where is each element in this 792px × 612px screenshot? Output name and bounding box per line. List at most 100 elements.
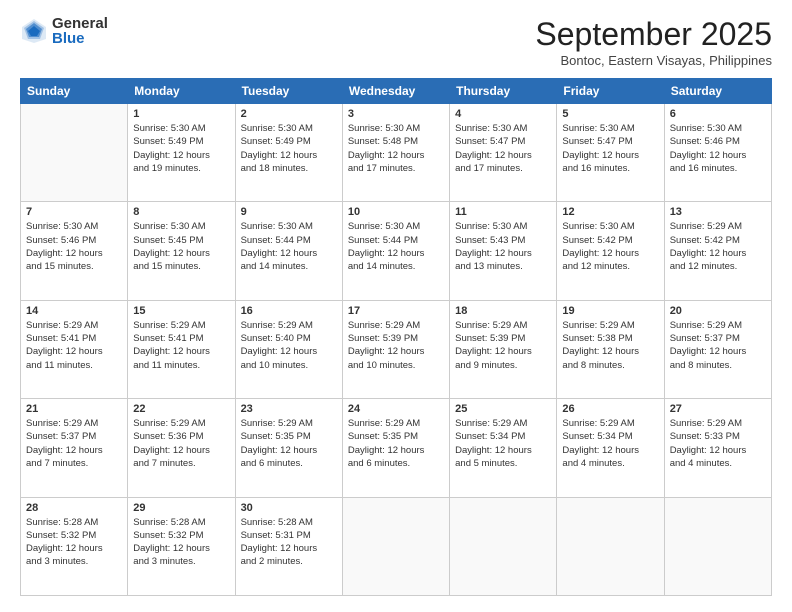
day-number: 30 [241,502,337,514]
day-number: 9 [241,206,337,218]
table-row: 27 Sunrise: 5:29 AM Sunset: 5:33 PM Dayli… [664,399,771,497]
day-number: 10 [348,206,444,218]
day-info: Sunrise: 5:29 AM Sunset: 5:41 PM Dayligh… [26,319,122,372]
day-info: Sunrise: 5:29 AM Sunset: 5:33 PM Dayligh… [670,417,766,470]
table-row: 12 Sunrise: 5:30 AM Sunset: 5:42 PM Dayli… [557,202,664,300]
day-info: Sunrise: 5:29 AM Sunset: 5:34 PM Dayligh… [562,417,658,470]
day-info: Sunrise: 5:29 AM Sunset: 5:39 PM Dayligh… [348,319,444,372]
table-row: 29Sunrise: 5:28 AM Sunset: 5:32 PM Dayli… [128,497,235,595]
day-number: 16 [241,305,337,317]
table-row [557,497,664,595]
day-number: 5 [562,108,658,120]
table-row: 23 Sunrise: 5:29 AM Sunset: 5:35 PM Dayli… [235,399,342,497]
header-monday: Monday [128,79,235,104]
day-number: 3 [348,108,444,120]
day-info: Sunrise: 5:28 AM Sunset: 5:32 PM Dayligh… [133,516,229,569]
day-number: 12 [562,206,658,218]
logo-text: General Blue [52,16,108,46]
table-row: 3 Sunrise: 5:30 AM Sunset: 5:48 PM Daylig… [342,104,449,202]
table-row: 4 Sunrise: 5:30 AM Sunset: 5:47 PM Daylig… [450,104,557,202]
table-row: 16 Sunrise: 5:29 AM Sunset: 5:40 PM Dayli… [235,300,342,398]
day-info: Sunrise: 5:30 AM Sunset: 5:48 PM Dayligh… [348,122,444,175]
header-tuesday: Tuesday [235,79,342,104]
day-info: Sunrise: 5:30 AM Sunset: 5:46 PM Dayligh… [26,220,122,273]
day-number: 4 [455,108,551,120]
day-number: 13 [670,206,766,218]
day-number: 26 [562,403,658,415]
day-info: Sunrise: 5:29 AM Sunset: 5:40 PM Dayligh… [241,319,337,372]
table-row [21,104,128,202]
header-saturday: Saturday [664,79,771,104]
day-number: 27 [670,403,766,415]
calendar-table: Sunday Monday Tuesday Wednesday Thursday… [20,78,772,596]
day-number: 8 [133,206,229,218]
day-info: Sunrise: 5:29 AM Sunset: 5:39 PM Dayligh… [455,319,551,372]
header: General Blue September 2025 Bontoc, East… [20,16,772,68]
day-number: 19 [562,305,658,317]
day-number: 17 [348,305,444,317]
day-number: 7 [26,206,122,218]
calendar-week-row: 28 Sunrise: 5:28 AM Sunset: 5:32 PM Dayli… [21,497,772,595]
table-row: 20Sunrise: 5:29 AM Sunset: 5:37 PM Dayli… [664,300,771,398]
day-info: Sunrise: 5:30 AM Sunset: 5:49 PM Dayligh… [241,122,337,175]
table-row: 28 Sunrise: 5:28 AM Sunset: 5:32 PM Dayli… [21,497,128,595]
weekday-header-row: Sunday Monday Tuesday Wednesday Thursday… [21,79,772,104]
day-info: Sunrise: 5:30 AM Sunset: 5:44 PM Dayligh… [348,220,444,273]
table-row [664,497,771,595]
table-row: 11 Sunrise: 5:30 AM Sunset: 5:43 PM Dayli… [450,202,557,300]
logo-blue-text: Blue [52,31,108,46]
day-number: 14 [26,305,122,317]
day-info: Sunrise: 5:30 AM Sunset: 5:46 PM Dayligh… [670,122,766,175]
day-number: 6 [670,108,766,120]
day-info: Sunrise: 5:30 AM Sunset: 5:43 PM Dayligh… [455,220,551,273]
calendar-week-row: 14 Sunrise: 5:29 AM Sunset: 5:41 PM Dayli… [21,300,772,398]
day-number: 1 [133,108,229,120]
day-number: 18 [455,305,551,317]
day-info: Sunrise: 5:30 AM Sunset: 5:47 PM Dayligh… [562,122,658,175]
table-row: 24Sunrise: 5:29 AM Sunset: 5:35 PM Dayli… [342,399,449,497]
logo: General Blue [20,16,108,46]
day-number: 22 [133,403,229,415]
page: General Blue September 2025 Bontoc, East… [0,0,792,612]
table-row: 19 Sunrise: 5:29 AM Sunset: 5:38 PM Dayli… [557,300,664,398]
table-row: 6 Sunrise: 5:30 AM Sunset: 5:46 PM Daylig… [664,104,771,202]
day-info: Sunrise: 5:30 AM Sunset: 5:47 PM Dayligh… [455,122,551,175]
day-info: Sunrise: 5:28 AM Sunset: 5:32 PM Dayligh… [26,516,122,569]
day-info: Sunrise: 5:29 AM Sunset: 5:35 PM Dayligh… [241,417,337,470]
table-row: 21 Sunrise: 5:29 AM Sunset: 5:37 PM Dayli… [21,399,128,497]
table-row [342,497,449,595]
day-number: 23 [241,403,337,415]
table-row: 2Sunrise: 5:30 AM Sunset: 5:49 PM Daylig… [235,104,342,202]
day-number: 11 [455,206,551,218]
table-row: 9Sunrise: 5:30 AM Sunset: 5:44 PM Daylig… [235,202,342,300]
day-info: Sunrise: 5:29 AM Sunset: 5:41 PM Dayligh… [133,319,229,372]
location-subtitle: Bontoc, Eastern Visayas, Philippines [535,53,772,68]
logo-general-text: General [52,16,108,31]
table-row: 22 Sunrise: 5:29 AM Sunset: 5:36 PM Dayli… [128,399,235,497]
day-info: Sunrise: 5:29 AM Sunset: 5:42 PM Dayligh… [670,220,766,273]
table-row: 7 Sunrise: 5:30 AM Sunset: 5:46 PM Daylig… [21,202,128,300]
day-info: Sunrise: 5:29 AM Sunset: 5:37 PM Dayligh… [670,319,766,372]
day-number: 15 [133,305,229,317]
header-thursday: Thursday [450,79,557,104]
day-info: Sunrise: 5:30 AM Sunset: 5:49 PM Dayligh… [133,122,229,175]
table-row: 1 Sunrise: 5:30 AM Sunset: 5:49 PM Daylig… [128,104,235,202]
table-row: 25Sunrise: 5:29 AM Sunset: 5:34 PM Dayli… [450,399,557,497]
month-title: September 2025 [535,16,772,53]
table-row: 26 Sunrise: 5:29 AM Sunset: 5:34 PM Dayli… [557,399,664,497]
day-info: Sunrise: 5:29 AM Sunset: 5:35 PM Dayligh… [348,417,444,470]
day-info: Sunrise: 5:29 AM Sunset: 5:36 PM Dayligh… [133,417,229,470]
day-info: Sunrise: 5:30 AM Sunset: 5:42 PM Dayligh… [562,220,658,273]
calendar-week-row: 7 Sunrise: 5:30 AM Sunset: 5:46 PM Daylig… [21,202,772,300]
calendar-week-row: 1 Sunrise: 5:30 AM Sunset: 5:49 PM Daylig… [21,104,772,202]
header-sunday: Sunday [21,79,128,104]
table-row [450,497,557,595]
day-info: Sunrise: 5:29 AM Sunset: 5:38 PM Dayligh… [562,319,658,372]
table-row: 30 Sunrise: 5:28 AM Sunset: 5:31 PM Dayli… [235,497,342,595]
day-info: Sunrise: 5:29 AM Sunset: 5:37 PM Dayligh… [26,417,122,470]
day-number: 21 [26,403,122,415]
title-block: September 2025 Bontoc, Eastern Visayas, … [535,16,772,68]
day-info: Sunrise: 5:28 AM Sunset: 5:31 PM Dayligh… [241,516,337,569]
day-number: 28 [26,502,122,514]
table-row: 8Sunrise: 5:30 AM Sunset: 5:45 PM Daylig… [128,202,235,300]
